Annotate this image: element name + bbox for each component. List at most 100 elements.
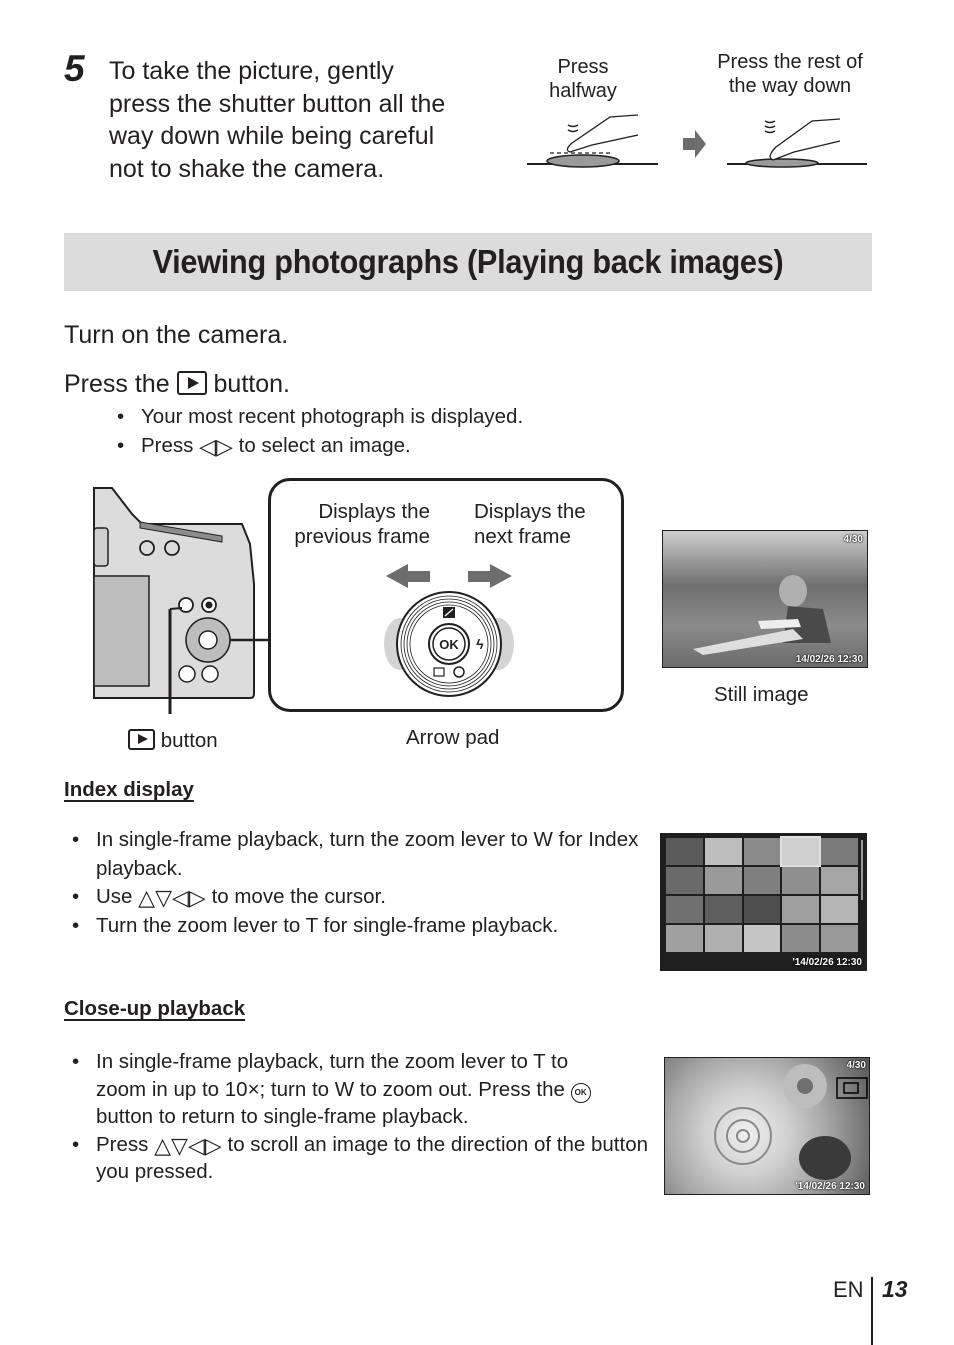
thumbnail[interactable]: [704, 896, 742, 923]
frame-counter: 4/30: [846, 1060, 866, 1071]
bullet-line: In single-frame playback, turn the zoom …: [96, 1050, 569, 1073]
list-item: Press ◁▷ to select an image.: [109, 431, 523, 460]
closeup-bullets: In single-frame playback, turn the zoom …: [64, 1048, 654, 1186]
step-line: press the shutter button all the: [109, 89, 446, 118]
thumbnail[interactable]: [821, 838, 858, 865]
still-image-photo: [693, 575, 831, 655]
thumbnail-grid: [666, 836, 858, 952]
thumbnail[interactable]: [704, 838, 742, 865]
language-code: EN: [833, 1277, 864, 1302]
playback-button-icon: [176, 371, 207, 395]
closeup-photo: [714, 1064, 868, 1180]
thumbnail[interactable]: [743, 867, 781, 894]
thumbnail[interactable]: [821, 925, 858, 952]
instruction-turn-on: Turn on the camera.: [64, 321, 289, 349]
full-press-icon: [727, 118, 867, 168]
thumbnail[interactable]: [743, 925, 781, 952]
ok-button-icon: OK: [570, 1082, 591, 1103]
step-line: way down while being careful: [109, 122, 435, 150]
thumbnail[interactable]: [666, 896, 703, 923]
thumbnail[interactable]: [704, 925, 742, 952]
list-item: In single-frame playback, turn the zoom …: [64, 1048, 654, 1131]
bullet-line: zoom in up to 10×; turn to W to zoom out…: [96, 1076, 654, 1104]
shutter-press-illustration: [527, 114, 867, 168]
thumbnail[interactable]: [821, 896, 858, 923]
label-line: halfway: [549, 80, 617, 102]
four-way-arrows-icon: △▽◁▷: [138, 885, 206, 910]
still-image-preview: 4/30 14/02/26 12:30: [662, 530, 868, 668]
bullet-prefix: Press: [96, 1132, 149, 1156]
bullet-text: zoom in up to 10×; turn to W to zoom out…: [96, 1077, 565, 1101]
closeup-playback-heading: Close-up playback: [64, 997, 246, 1020]
thumbnail[interactable]: [743, 838, 781, 865]
label-line: Press the rest of: [717, 51, 863, 73]
thumbnail[interactable]: [782, 925, 820, 952]
caption-text: button: [160, 729, 218, 752]
thumbnail[interactable]: [666, 925, 703, 952]
list-item: Use △▽◁▷ to move the cursor.: [64, 883, 644, 912]
instr-suffix: button.: [213, 370, 290, 398]
section-banner: Viewing photographs (Playing back images…: [64, 233, 872, 291]
thumbnail[interactable]: [782, 896, 820, 923]
halfway-press-icon: [527, 114, 658, 168]
thumbnail[interactable]: [743, 896, 781, 923]
playback-button-icon: [128, 729, 155, 750]
playback-button-caption: button: [128, 729, 218, 753]
list-item: Press △▽◁▷ to scroll an image to the dir…: [64, 1131, 654, 1186]
previous-frame-label: Displays the previous frame: [282, 499, 430, 549]
thumbnail[interactable]: [666, 867, 703, 894]
bullet-suffix: to move the cursor.: [211, 885, 386, 908]
press-full-label: Press the rest of the way down: [700, 50, 880, 98]
thumbnail[interactable]: [821, 867, 858, 894]
timestamp: '14/02/26 12:30: [792, 957, 862, 968]
thumbnail[interactable]: [782, 867, 820, 894]
footer-divider: [871, 1277, 873, 1345]
timestamp: 14/02/26 12:30: [795, 654, 863, 665]
bullet-prefix: Press: [141, 434, 194, 457]
left-right-arrows-icon: ◁▷: [199, 434, 233, 459]
next-frame-label: Displays the next frame: [474, 499, 586, 549]
instruction-press-play: Press the button.: [64, 369, 290, 399]
press-halfway-label: Press halfway: [533, 55, 633, 103]
scrollbar: [861, 840, 863, 900]
playback-button: [178, 597, 194, 613]
instr-prefix: Press the: [64, 370, 170, 398]
list-item: Your most recent photograph is displayed…: [109, 402, 523, 431]
thumbnail[interactable]: [666, 838, 703, 865]
thumbnail-selected[interactable]: [780, 836, 822, 867]
flash-icon: ϟ: [476, 636, 484, 652]
label-line: the way down: [728, 75, 852, 97]
label-line: Displays the: [474, 500, 586, 523]
ok-button-label: OK: [439, 637, 459, 652]
arrow-pad-illustration: OK ϟ: [384, 564, 514, 697]
closeup-preview: 4/30 '14/02/26 12:30: [664, 1057, 870, 1195]
frame-counter: 4/30: [843, 534, 863, 545]
label-line: Displays the: [318, 500, 430, 523]
index-display-bullets: In single-frame playback, turn the zoom …: [64, 826, 644, 940]
arrow-pad-caption: Arrow pad: [406, 726, 500, 749]
label-line: previous frame: [294, 525, 430, 548]
step-number: 5: [64, 48, 85, 89]
step-5-text: To take the picture, gently press the sh…: [109, 55, 499, 185]
timestamp: '14/02/26 12:30: [795, 1181, 865, 1192]
bullet-suffix: to select an image.: [238, 434, 411, 457]
camera-back-illustration: [93, 487, 270, 714]
four-way-arrows-icon: △▽◁▷: [154, 1132, 222, 1158]
index-display-heading: Index display: [64, 778, 194, 801]
bullet-line: button to return to single-frame playbac…: [96, 1105, 469, 1128]
list-item: Turn the zoom lever to T for single-fram…: [64, 912, 644, 941]
step-line: To take the picture, gently: [109, 57, 394, 85]
index-display-preview: '14/02/26 12:30: [660, 833, 867, 971]
zoom-navigator: [836, 1077, 868, 1099]
still-image-caption: Still image: [714, 683, 809, 706]
label-line: Press: [557, 56, 609, 78]
bullet-prefix: Use: [96, 885, 133, 908]
section-title: Viewing photographs (Playing back images…: [152, 243, 784, 280]
arrow-right-icon: [468, 564, 512, 588]
thumbnail[interactable]: [704, 867, 742, 894]
arrow-left-icon: [386, 564, 430, 588]
arrow-right-icon: [683, 130, 706, 158]
label-line: next frame: [474, 525, 571, 548]
playback-bullets: Your most recent photograph is displayed…: [109, 402, 523, 460]
step-line: not to shake the camera.: [109, 154, 385, 183]
